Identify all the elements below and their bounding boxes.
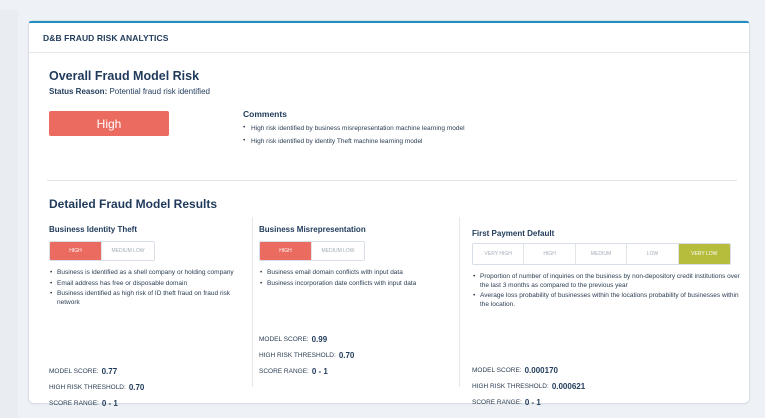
- risk-level-selector: High Medium Low: [259, 241, 365, 261]
- reason-item: Email address has free or disposable dom…: [49, 280, 237, 289]
- model-title: Business Identity Theft: [49, 225, 138, 234]
- model-score-value: 0.000170: [524, 365, 558, 375]
- overall-risk-title: Overall Fraud Model Risk: [49, 69, 200, 83]
- model-title: First Payment Default: [472, 229, 555, 238]
- score-range-label: Score Range:: [259, 367, 309, 375]
- comments-list: High risk identified by business misrepr…: [243, 124, 465, 145]
- model-metrics: Model Score: 0.77 High Risk Threshold: 0.7…: [49, 363, 144, 411]
- risk-level-medium-low: Medium Low: [312, 242, 364, 260]
- top-gutter: [0, 0, 765, 10]
- risk-level-selector: Very High High Medium Low Very Low: [472, 243, 731, 265]
- model-reasons-list: Proportion of number of inquiries on the…: [472, 273, 742, 311]
- score-range-row: Score Range: 0 - 1: [259, 363, 354, 379]
- comments-title: Comments: [243, 109, 287, 119]
- model-first-payment-default: First Payment Default Very High High Med…: [459, 217, 744, 407]
- status-reason-value: Potential fraud risk identified: [109, 87, 210, 96]
- reason-item: Business email domain conflicts with inp…: [259, 269, 459, 278]
- score-range-label: Score Range:: [49, 399, 99, 407]
- model-business-identity-theft: Business Identity Theft High Medium Low …: [49, 217, 239, 408]
- score-range-label: Score Range:: [472, 398, 522, 406]
- risk-level-low: Low: [627, 244, 679, 264]
- detailed-results-title: Detailed Fraud Model Results: [49, 197, 218, 211]
- model-score-value: 0.99: [311, 334, 328, 344]
- model-score-label: Model Score:: [259, 335, 309, 343]
- risk-level-high: High: [524, 244, 576, 264]
- overall-risk-badge: High: [49, 111, 169, 136]
- threshold-label: High Risk Threshold:: [259, 351, 336, 359]
- reason-item: Proportion of number of inquiries on the…: [472, 273, 742, 290]
- risk-level-selector: High Medium Low: [49, 241, 155, 261]
- model-score-row: Model Score: 0.99: [259, 331, 354, 347]
- score-range-value: 0 - 1: [101, 398, 118, 408]
- threshold-row: High Risk Threshold: 0.000621: [472, 378, 585, 394]
- model-metrics: Model Score: 0.99 High Risk Threshold: 0.7…: [259, 331, 354, 379]
- model-score-label: Model Score:: [49, 367, 99, 375]
- model-business-misrepresentation: Business Misrepresentation High Medium L…: [252, 217, 459, 387]
- risk-level-very-high: Very High: [473, 244, 525, 264]
- model-metrics: Model Score: 0.000170 High Risk Threshold…: [472, 362, 585, 410]
- risk-level-medium-low: Medium Low: [102, 242, 154, 260]
- status-reason: Status Reason: Potential fraud risk iden…: [49, 87, 210, 96]
- comment-item: High risk identified by identity Theft m…: [243, 137, 465, 145]
- status-reason-label: Status Reason:: [49, 87, 108, 96]
- threshold-value: 0.70: [128, 382, 145, 392]
- panel-header: D&B FRAUD RISK ANALYTICS: [29, 23, 749, 53]
- score-range-row: Score Range: 0 - 1: [49, 395, 144, 411]
- threshold-label: High Risk Threshold:: [49, 383, 126, 391]
- model-score-row: Model Score: 0.77: [49, 363, 144, 379]
- reason-item: Business incorporation date conflicts wi…: [259, 280, 459, 289]
- section-divider: [47, 180, 737, 181]
- threshold-row: High Risk Threshold: 0.70: [259, 347, 354, 363]
- reason-item: Average loss probability of businesses w…: [472, 292, 742, 309]
- comment-item: High risk identified by business misrepr…: [243, 124, 465, 132]
- score-range-row: Score Range: 0 - 1: [472, 394, 585, 410]
- threshold-label: High Risk Threshold:: [472, 382, 549, 390]
- model-reasons-list: Business is identified as a shell compan…: [49, 269, 237, 309]
- risk-level-medium: Medium: [575, 244, 628, 264]
- fraud-analytics-panel: D&B FRAUD RISK ANALYTICS Overall Fraud M…: [28, 20, 750, 408]
- model-title: Business Misrepresentation: [259, 225, 366, 234]
- risk-level-high: High: [50, 242, 102, 260]
- risk-level-high: High: [260, 242, 312, 260]
- reason-item: Business identified as high risk of ID t…: [49, 290, 237, 307]
- score-range-value: 0 - 1: [311, 366, 328, 376]
- panel-title: D&B FRAUD RISK ANALYTICS: [43, 32, 169, 43]
- score-range-value: 0 - 1: [524, 397, 541, 407]
- model-score-label: Model Score:: [472, 366, 522, 374]
- threshold-value: 0.000621: [551, 381, 586, 391]
- reason-item: Business is identified as a shell compan…: [49, 269, 237, 278]
- left-gutter: [0, 0, 18, 418]
- model-reasons-list: Business email domain conflicts with inp…: [259, 269, 459, 290]
- model-score-row: Model Score: 0.000170: [472, 362, 585, 378]
- threshold-row: High Risk Threshold: 0.70: [49, 379, 144, 395]
- comments-section: Comments High risk identified by busines…: [243, 109, 465, 151]
- risk-level-very-low: Very Low: [678, 244, 730, 264]
- threshold-value: 0.70: [338, 350, 355, 360]
- model-score-value: 0.77: [101, 366, 118, 376]
